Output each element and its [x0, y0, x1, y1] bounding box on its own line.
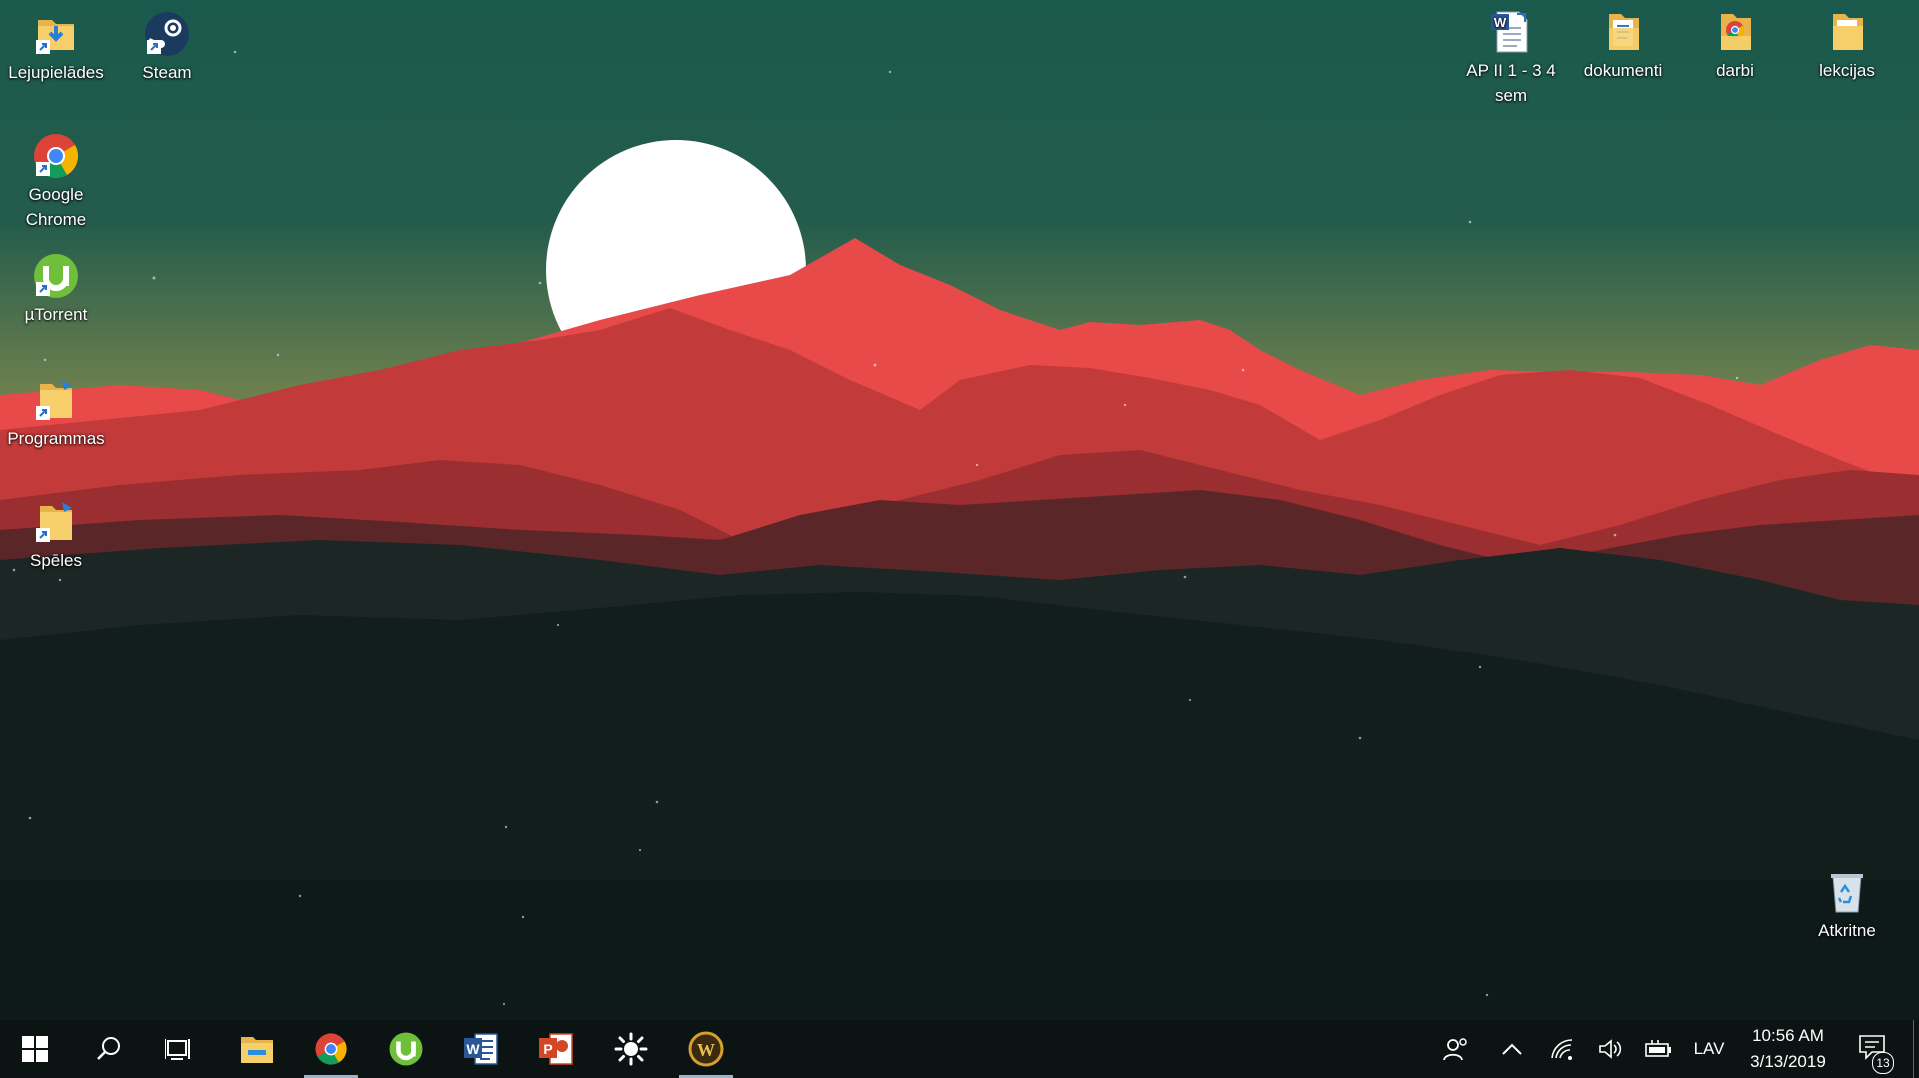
chrome-icon: [32, 132, 80, 180]
desktop-icon-chrome[interactable]: Google Chrome: [6, 132, 106, 232]
taskbar-world-of-warcraft[interactable]: W: [673, 1020, 739, 1078]
clock-date: 3/13/2019: [1750, 1052, 1826, 1071]
file-explorer-icon: [241, 1037, 273, 1063]
tray-clock[interactable]: 10:56 AM 3/13/2019: [1738, 1020, 1838, 1078]
word-document-icon: W: [1487, 8, 1535, 56]
windows-start-icon: [22, 1036, 48, 1062]
powerpoint-icon: P: [539, 1033, 573, 1065]
svg-text:W: W: [697, 1040, 715, 1060]
tray-volume[interactable]: [1588, 1020, 1632, 1078]
world-of-warcraft-icon: W: [688, 1031, 724, 1067]
folder-icon: [1823, 8, 1871, 56]
steam-icon: [143, 10, 191, 58]
desktop-icon-label: Steam: [142, 63, 192, 82]
brightness-icon: [614, 1032, 648, 1066]
taskbar: W P W LAV 10:56 AM 3/13/2019 13: [0, 1020, 1919, 1078]
clock-time: 10:56 AM: [1752, 1026, 1824, 1045]
desktop-icon-label: Spēles: [30, 551, 82, 570]
desktop-icon-dokumenti[interactable]: dokumenti: [1573, 8, 1673, 83]
folder-icon: [1599, 8, 1647, 56]
desktop-icon-label: µTorrent: [24, 305, 88, 324]
chrome-icon: [315, 1033, 347, 1065]
chevron-up-icon: [1502, 1043, 1522, 1055]
desktop-icon-label: dokumenti: [1583, 61, 1663, 80]
desktop-icon-label: AP II 1 - 3 4 sem: [1466, 61, 1556, 105]
desktop-icon-darbi[interactable]: darbi: [1685, 8, 1785, 83]
people-icon: [1443, 1038, 1467, 1061]
svg-text:W: W: [466, 1041, 480, 1057]
tray-network[interactable]: [1540, 1020, 1584, 1078]
desktop-icon-label: Google Chrome: [25, 185, 87, 229]
folder-shortcut-icon: [32, 498, 80, 546]
desktop-icon-lekcijas[interactable]: lekcijas: [1797, 8, 1897, 83]
downloads-folder-icon: [32, 10, 80, 58]
notification-count-badge: 13: [1872, 1052, 1894, 1074]
desktop-icon-label: lekcijas: [1819, 61, 1875, 80]
taskbar-powerpoint[interactable]: P: [523, 1020, 589, 1078]
taskbar-chrome[interactable]: [298, 1020, 364, 1078]
desktop-icon-label: Lejupielādes: [8, 63, 104, 82]
taskbar-brightness[interactable]: [598, 1020, 664, 1078]
svg-text:W: W: [1494, 15, 1507, 30]
task-view-button[interactable]: [146, 1020, 212, 1078]
utorrent-icon: [32, 252, 80, 300]
start-button[interactable]: [2, 1020, 68, 1078]
tray-show-hidden-icons[interactable]: [1492, 1020, 1532, 1078]
speaker-icon: [1599, 1039, 1622, 1059]
desktop-icon-utorrent[interactable]: µTorrent: [6, 252, 106, 327]
desktop-icon-ap-document[interactable]: W AP II 1 - 3 4 sem: [1461, 8, 1561, 108]
task-view-icon: [165, 1039, 190, 1060]
desktop-icon-label: Atkritne: [1818, 921, 1876, 940]
tray-language[interactable]: LAV: [1686, 1020, 1732, 1078]
desktop-icon-recycle-bin[interactable]: Atkritne: [1797, 868, 1897, 943]
desktop-icon-label: Programmas: [7, 429, 105, 448]
desktop-wallpaper: [0, 0, 1919, 1020]
desktop-icon-programmas[interactable]: Programmas: [6, 376, 106, 451]
folder-chrome-icon: [1711, 8, 1759, 56]
word-icon: W: [464, 1033, 498, 1065]
taskbar-file-explorer[interactable]: [224, 1020, 290, 1078]
tray-battery[interactable]: [1636, 1020, 1680, 1078]
battery-charging-icon: [1645, 1040, 1671, 1057]
recycle-bin-icon: [1823, 868, 1871, 916]
wifi-icon: [1551, 1039, 1573, 1060]
show-desktop-button[interactable]: [1913, 1020, 1919, 1078]
tray-action-center[interactable]: 13: [1850, 1020, 1900, 1078]
utorrent-icon: [389, 1032, 423, 1066]
desktop-icon-label: darbi: [1716, 61, 1754, 80]
tray-people[interactable]: [1434, 1020, 1478, 1078]
search-icon: [97, 1037, 120, 1060]
desktop-icon-steam[interactable]: Steam: [117, 10, 217, 85]
taskbar-word[interactable]: W: [448, 1020, 514, 1078]
search-button[interactable]: [76, 1020, 142, 1078]
svg-text:P: P: [543, 1041, 552, 1057]
taskbar-utorrent[interactable]: [373, 1020, 439, 1078]
desktop-icon-speles[interactable]: Spēles: [6, 498, 106, 573]
folder-shortcut-icon: [32, 376, 80, 424]
desktop-icon-downloads[interactable]: Lejupielādes: [6, 10, 106, 85]
